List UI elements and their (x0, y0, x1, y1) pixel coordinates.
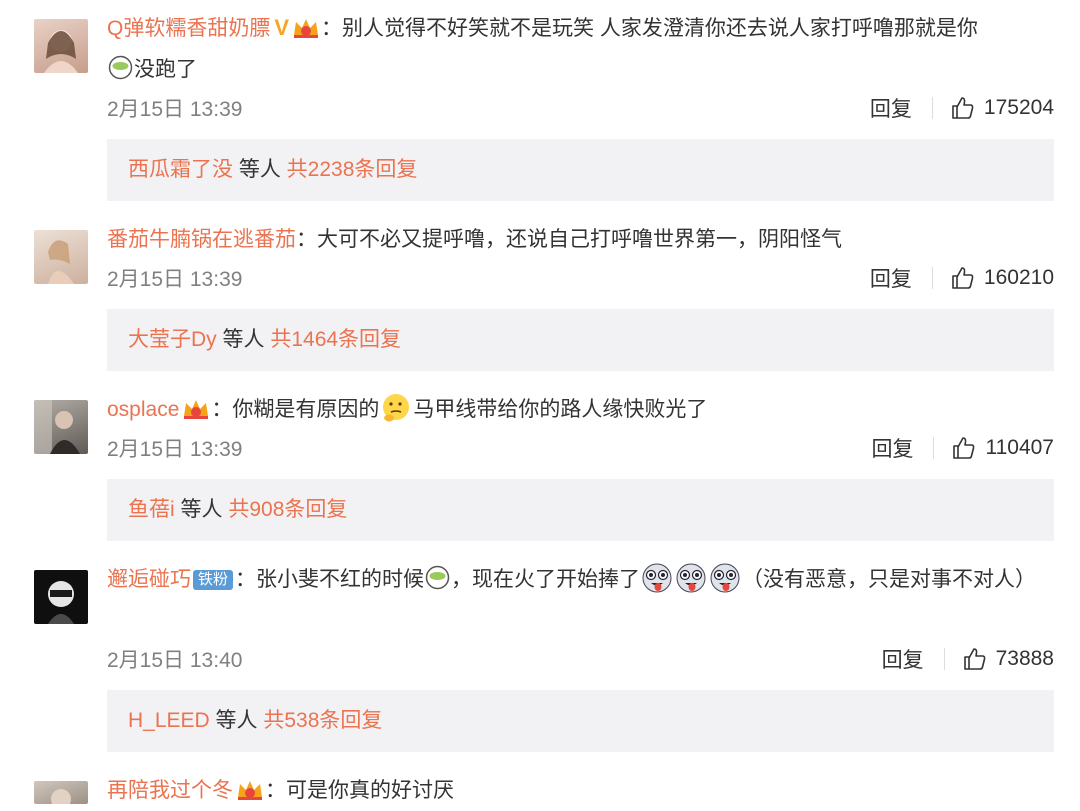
reply-username[interactable]: 西瓜霜了没 (128, 158, 233, 181)
comment-actions: 回复 160210 (870, 263, 1054, 293)
crown-badge-icon (294, 19, 319, 38)
comment-date: 2月15日 13:39 (107, 438, 243, 461)
comment-body: osplace ：你糊是有原因的 马甲线带给你的路人缘快败光了 (107, 389, 1047, 430)
reply-button[interactable]: 回复 (870, 93, 912, 123)
username-link[interactable]: osplace (107, 398, 179, 421)
like-count: 160210 (983, 266, 1054, 289)
tongue-emoji-icon (676, 563, 706, 593)
replies-summary[interactable]: 鱼蓓i 等人 共908条回复 (107, 479, 1054, 541)
fan-badge: 铁粉 (193, 570, 234, 590)
reply-count-link[interactable]: 共538条回复 (263, 709, 382, 732)
username-link[interactable]: 邂逅碰巧 (107, 568, 191, 591)
matcha-emoji-icon (425, 565, 450, 590)
reply-button[interactable]: 回复 (870, 263, 912, 293)
comment-text: ：你糊是有原因的 (211, 398, 380, 421)
reply-count-link[interactable]: 共1464条回复 (270, 328, 401, 351)
replies-summary[interactable]: 西瓜霜了没 等人 共2238条回复 (107, 139, 1054, 201)
reply-button[interactable]: 回复 (882, 644, 924, 674)
reply-username[interactable]: 鱼蓓i (128, 498, 175, 521)
crown-badge-icon (184, 400, 209, 419)
avatar[interactable] (34, 400, 88, 454)
thumbs-up-icon (952, 267, 974, 289)
reply-others: 等人 (209, 709, 264, 732)
divider (933, 437, 935, 459)
comment-body: Q弹软糯香甜奶膘 V ：别人觉得不好笑就不是玩笑 人家发澄清你还去说人家打呼噜那就是… (107, 7, 1047, 90)
tongue-emoji-icon (710, 563, 740, 593)
comment-body: 番茄牛腩锅在逃番茄：大可不必又提呼噜，还说自己打呼噜世界第一，阴阳怪气 (107, 219, 1047, 260)
like-button[interactable]: 73888 (963, 647, 1054, 671)
reply-username[interactable]: 大莹子Dy (128, 328, 217, 351)
avatar-image (34, 400, 80, 454)
replies-summary[interactable]: 大莹子Dy 等人 共1464条回复 (107, 309, 1054, 371)
comment-meta: 2月15日 13:39 回复 160210 (107, 263, 1054, 293)
avatar[interactable] (34, 570, 88, 624)
avatar-image (48, 240, 74, 284)
reply-others: 等人 (216, 328, 271, 351)
matcha-emoji-icon (108, 55, 133, 80)
reply-count-link[interactable]: 共908条回复 (228, 498, 347, 521)
thumbs-up-icon (952, 97, 974, 119)
comment-date: 2月15日 13:39 (107, 268, 243, 291)
v-badge-icon: V (274, 15, 290, 40)
like-count: 175204 (983, 96, 1054, 119)
comment-date: 2月15日 13:39 (107, 98, 243, 121)
avatar-image (48, 581, 74, 624)
like-button[interactable]: 175204 (951, 96, 1054, 120)
divider (931, 267, 933, 289)
comment-text-end: 马甲线带给你的路人缘快败光了 (413, 398, 708, 421)
tongue-emoji-icon (642, 563, 672, 593)
comment-text: ：张小斐不红的时候 (235, 568, 425, 591)
like-button[interactable]: 110407 (952, 436, 1054, 460)
thumbs-up-icon (953, 437, 975, 459)
comment-meta: 2月15日 13:40 回复 73888 (107, 644, 1054, 674)
comment-actions: 回复 175204 (870, 93, 1054, 123)
reply-count-link[interactable]: 共2238条回复 (287, 158, 418, 181)
comment-text-end: 没跑了 (134, 58, 197, 81)
comment-date: 2月15日 13:40 (107, 649, 243, 672)
reply-others: 等人 (174, 498, 229, 521)
comment-body: 邂逅碰巧 铁粉 ：张小斐不红的时候 ，现在火了开始捧了 （没有恶意，只是对事不对人） (107, 559, 1047, 600)
comment-text-end: （没有恶意，只是对事不对人） (742, 568, 1037, 591)
thumbs-up-icon (963, 648, 985, 670)
comment-meta: 2月15日 13:39 回复 175204 (107, 93, 1054, 123)
comment-actions: 回复 110407 (871, 433, 1054, 463)
avatar-image (51, 789, 71, 804)
comment-text: ：别人觉得不好笑就不是玩笑 人家发澄清你还去说人家打呼噜那就是你 (321, 17, 978, 40)
username-link[interactable]: 再陪我过个冬 (107, 779, 233, 802)
username-link[interactable]: 番茄牛腩锅在逃番茄 (107, 228, 296, 251)
thinking-emoji-icon (383, 394, 410, 422)
comment-body: 再陪我过个冬 ：可是你真的好讨厌 (107, 770, 1047, 811)
like-count: 73888 (995, 647, 1054, 670)
divider (943, 648, 945, 670)
username-link[interactable]: Q弹软糯香甜奶膘 (107, 17, 270, 40)
avatar[interactable] (34, 230, 88, 284)
reply-button[interactable]: 回复 (871, 433, 913, 463)
replies-summary[interactable]: H_LEED 等人 共538条回复 (107, 690, 1054, 752)
comment-text: ：大可不必又提呼噜，还说自己打呼噜世界第一，阴阳怪气 (296, 228, 842, 251)
comment-text-mid: ，现在火了开始捧了 (451, 568, 641, 591)
comment-text: ：可是你真的好讨厌 (265, 779, 454, 802)
avatar-image (44, 30, 78, 73)
reply-username[interactable]: H_LEED (128, 709, 210, 732)
avatar[interactable] (34, 781, 88, 804)
like-count: 110407 (985, 436, 1054, 459)
reply-others: 等人 (233, 158, 287, 181)
crown-badge-icon (238, 781, 262, 800)
divider (931, 97, 933, 119)
comment-meta: 2月15日 13:39 回复 110407 (107, 433, 1054, 463)
avatar[interactable] (34, 19, 88, 73)
comment-actions: 回复 73888 (882, 644, 1054, 674)
like-button[interactable]: 160210 (951, 266, 1054, 290)
